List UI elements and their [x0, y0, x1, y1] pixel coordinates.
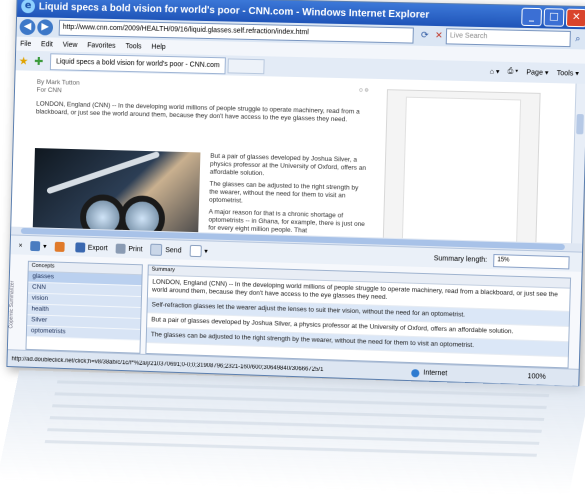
export-icon [74, 242, 85, 253]
syringe-shape [46, 150, 161, 195]
menu-help[interactable]: Help [151, 43, 165, 50]
minimize-button[interactable]: _ [521, 7, 543, 27]
refresh-icon[interactable]: ⟳ [417, 29, 432, 43]
menu-file[interactable]: File [20, 40, 31, 47]
favorites-star-icon[interactable]: ★ [19, 54, 29, 67]
byline: By Mark Tutton For CNN [36, 79, 369, 103]
screenshot-stage: e Liquid specs a bold vision for world's… [0, 0, 585, 494]
print-icon[interactable]: ⎙ ▾ [507, 68, 518, 76]
export-label: Export [87, 244, 108, 252]
add-favorites-icon[interactable]: ✚ [34, 54, 43, 67]
globe-icon [411, 368, 420, 377]
search-input[interactable]: Live Search [445, 28, 571, 48]
concepts-list: Concepts glasses CNN vision health Silve… [25, 260, 143, 354]
article-paragraph: The glasses can be adjusted to the right… [208, 180, 359, 205]
back-button[interactable]: ◀ [19, 18, 36, 36]
summarize-options-icon[interactable]: ▾ [30, 241, 47, 252]
zoom-level[interactable]: 100% [527, 373, 578, 382]
summary-length-select[interactable]: 15% [493, 253, 570, 269]
summary-list: Summary LONDON, England (CNN) -- In the … [145, 264, 572, 369]
window-reflection [0, 370, 585, 494]
tab-cnn-article[interactable]: Liquid specs a bold vision for world's p… [49, 52, 226, 74]
page-content: By Mark Tutton For CNN ⊙ ⚙ LONDON, Engla… [11, 70, 585, 244]
send-icon [150, 243, 163, 256]
page-menu[interactable]: Page ▾ [526, 68, 548, 77]
print-button[interactable]: Print [115, 243, 143, 255]
highlight-icon[interactable] [54, 241, 67, 252]
zone-label: Internet [423, 369, 448, 378]
vertical-scrollbar[interactable] [571, 83, 585, 244]
menu-edit[interactable]: Edit [41, 41, 53, 48]
tools-menu[interactable]: Tools ▾ [557, 69, 579, 78]
forward-button[interactable]: ▶ [37, 19, 54, 36]
menu-view[interactable]: View [63, 41, 78, 48]
stop-icon[interactable]: ✕ [432, 29, 447, 43]
advertisement-panel[interactable] [382, 89, 541, 244]
command-bar: ⌂ ▾ ⎙ ▾ Page ▾ Tools ▾ [490, 67, 585, 78]
home-icon[interactable]: ⌂ ▾ [490, 67, 500, 75]
scroll-thumb[interactable] [576, 113, 584, 135]
send-label: Send [165, 246, 182, 255]
summarizer-side-label: Copernic Summarizer [8, 280, 16, 329]
export-button[interactable]: Export [74, 242, 108, 253]
summary-length: Summary length: 15% [434, 252, 582, 270]
maximize-button[interactable]: □ [543, 8, 565, 27]
share-icons[interactable]: ⊙ ⚙ [359, 86, 369, 94]
article-paragraph: But a pair of glasses developed by Joshu… [209, 152, 367, 178]
ie-logo-icon: e [21, 0, 36, 14]
summary-length-label: Summary length: [433, 254, 488, 264]
menu-favorites[interactable]: Favorites [87, 42, 116, 50]
help-icon[interactable]: ▾ [189, 244, 208, 258]
print-icon [115, 243, 126, 254]
menu-tools[interactable]: Tools [125, 43, 141, 50]
article-side-column: But a pair of glasses developed by Joshu… [208, 153, 368, 241]
browser-window: e Liquid specs a bold vision for world's… [6, 0, 585, 388]
new-tab-button[interactable] [227, 57, 265, 74]
print-label: Print [128, 245, 143, 253]
search-icon[interactable]: ⌕ [570, 32, 585, 46]
security-zone: Internet [411, 368, 528, 381]
close-button[interactable]: ✕ [565, 8, 585, 28]
article: By Mark Tutton For CNN ⊙ ⚙ LONDON, Engla… [31, 79, 369, 244]
article-lead: LONDON, England (CNN) -- In the developi… [35, 100, 360, 124]
send-button[interactable]: Send [150, 243, 182, 257]
summarizer-close-button[interactable]: × [18, 242, 22, 249]
advertisement-box[interactable] [401, 96, 522, 243]
